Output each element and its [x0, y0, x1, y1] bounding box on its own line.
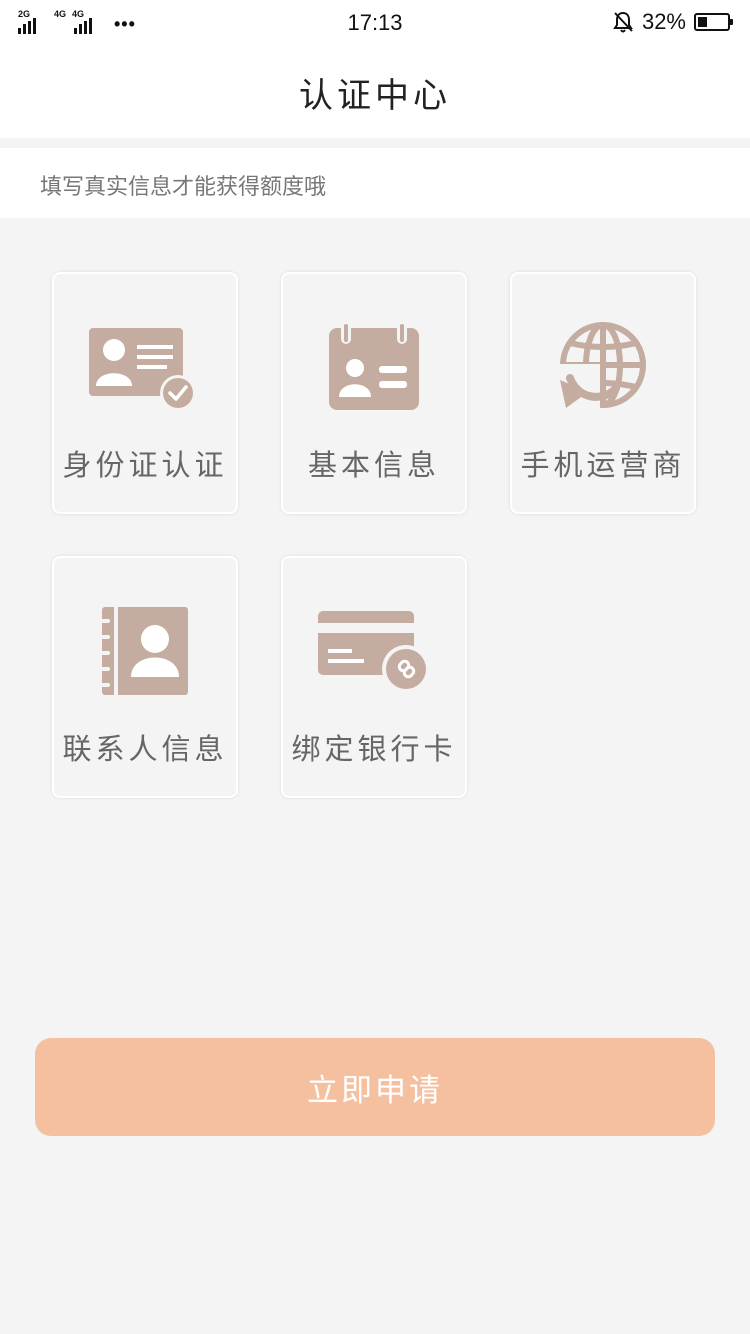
card-mobile-carrier[interactable]: 手机运营商: [510, 272, 696, 514]
apply-button[interactable]: 立即申请: [35, 1038, 715, 1136]
card-label: 手机运营商: [520, 448, 686, 482]
bank-card-link-icon: [283, 606, 465, 696]
card-contacts[interactable]: 联系人信息: [52, 556, 238, 798]
card-label: 联系人信息: [62, 732, 228, 766]
globe-refresh-icon: [512, 322, 694, 414]
status-bar: 2G 4G 4G ••• 17:13 32%: [0, 0, 750, 44]
card-basic-info[interactable]: 基本信息: [281, 272, 467, 514]
card-id-verification[interactable]: 身份证认证: [52, 272, 238, 514]
page-title: 认证中心: [299, 76, 451, 116]
card-label: 基本信息: [307, 448, 440, 482]
card-label: 绑定银行卡: [291, 732, 457, 766]
battery-level-fill: [698, 17, 707, 27]
tip-text: 填写真实信息才能获得额度哦: [40, 175, 327, 200]
id-card-check-icon: [54, 322, 236, 412]
card-bank-card[interactable]: 绑定银行卡: [281, 556, 467, 798]
battery-icon: [694, 13, 733, 31]
profile-badge-icon: [283, 322, 465, 412]
tip-bar: 填写真实信息才能获得额度哦: [0, 148, 750, 218]
contacts-book-icon: [54, 606, 236, 696]
bell-off-icon: [612, 10, 634, 34]
nav-bar: 认证中心: [0, 44, 750, 138]
battery-percent: 32%: [641, 9, 686, 34]
status-right: 32%: [612, 9, 733, 35]
card-label: 身份证认证: [62, 448, 228, 482]
